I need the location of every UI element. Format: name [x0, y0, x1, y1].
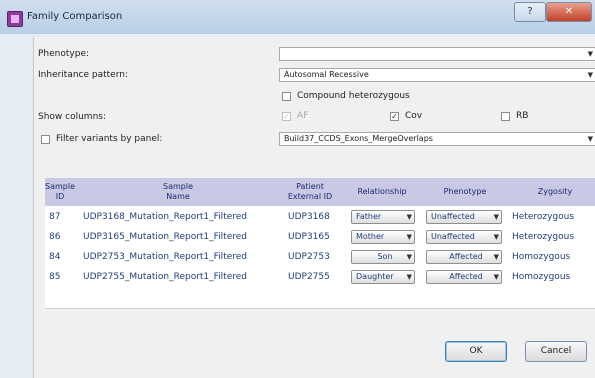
header-sample-id: Sample ID: [45, 182, 75, 201]
sample-id: 84: [49, 252, 61, 262]
column-rb-checkbox[interactable]: [501, 112, 510, 121]
phenotype-select[interactable]: ▼: [279, 47, 595, 61]
phenotype-row-select[interactable]: Unaffected ▼: [426, 230, 502, 244]
chevron-down-icon: ▼: [587, 135, 593, 143]
zygosity: Heterozygous: [512, 232, 575, 242]
patient-external-id: UDP2755: [288, 272, 330, 282]
compound-heterozygous-checkbox[interactable]: [282, 92, 291, 101]
family-comparison-window: Family Comparison ? ✕ Phenotype: ▼ Inher…: [0, 0, 595, 378]
window-title: Family Comparison: [27, 11, 123, 22]
chevron-down-icon: ▼: [406, 233, 412, 241]
chevron-down-icon: ▼: [587, 71, 593, 79]
column-cov-checkbox[interactable]: ✓: [390, 112, 399, 121]
phenotype-label: Phenotype:: [38, 49, 90, 59]
panel-select[interactable]: Build37_CCDS_Exons_MergeOverlaps ▼: [279, 132, 595, 146]
chevron-down-icon: ▼: [493, 253, 499, 261]
sample-name: UDP2753_Mutation_Report1_Filtered: [83, 252, 248, 262]
column-af-checkbox[interactable]: ✓: [282, 112, 291, 121]
sample-id: 85: [49, 272, 61, 282]
panel-value: Build37_CCDS_Exons_MergeOverlaps: [284, 134, 433, 143]
zygosity: Homozygous: [512, 272, 571, 282]
header-sample-name: Sample Name: [163, 182, 193, 201]
column-cov-label: Cov: [405, 111, 423, 121]
phenotype-row-select[interactable]: Affected ▼: [426, 250, 502, 264]
sample-id: 87: [49, 212, 61, 222]
patient-external-id: UDP3165: [288, 232, 330, 242]
zygosity: Homozygous: [512, 252, 571, 262]
sample-name: UDP2755_Mutation_Report1_Filtered: [83, 272, 248, 282]
header-patient-external-id: Patient External ID: [287, 182, 333, 201]
sample-name: UDP3168_Mutation_Report1_Filtered: [83, 212, 248, 222]
chevron-down-icon: ▼: [406, 253, 412, 261]
relationship-select[interactable]: Son ▼: [351, 250, 415, 264]
patient-external-id: UDP2753: [288, 252, 330, 262]
header-zygosity: Zygosity: [537, 187, 573, 196]
close-button[interactable]: ✕: [546, 2, 592, 22]
sample-table: 87 UDP3168_Mutation_Report1_Filtered UDP…: [45, 206, 595, 309]
patient-external-id: UDP3168: [288, 212, 330, 222]
header-relationship: Relationship: [357, 187, 407, 196]
help-button[interactable]: ?: [514, 2, 546, 22]
filter-by-panel-label: Filter variants by panel:: [56, 134, 163, 144]
dialog-content: Phenotype: ▼ Inheritance pattern: Autoso…: [33, 37, 595, 378]
phenotype-row-select[interactable]: Unaffected ▼: [426, 210, 502, 224]
cancel-button[interactable]: Cancel: [525, 341, 587, 362]
column-af-label: AF: [297, 111, 309, 121]
chevron-down-icon: ▼: [493, 213, 499, 221]
title-bar[interactable]: Family Comparison ? ✕: [0, 0, 595, 34]
relationship-select[interactable]: Daughter ▼: [351, 270, 415, 284]
chevron-down-icon: ▼: [587, 50, 593, 58]
zygosity: Heterozygous: [512, 212, 575, 222]
compound-heterozygous-label: Compound heterozygous: [297, 91, 410, 101]
relationship-select[interactable]: Father ▼: [351, 210, 415, 224]
relationship-select[interactable]: Mother ▼: [351, 230, 415, 244]
header-phenotype: Phenotype: [443, 187, 487, 196]
chevron-down-icon: ▼: [406, 273, 412, 281]
app-icon: [7, 11, 23, 27]
filter-by-panel-checkbox[interactable]: [41, 135, 50, 144]
inheritance-value: Autosomal Recessive: [284, 70, 369, 79]
phenotype-row-select[interactable]: Affected ▼: [426, 270, 502, 284]
chevron-down-icon: ▼: [406, 213, 412, 221]
show-columns-label: Show columns:: [38, 112, 106, 122]
ok-button[interactable]: OK: [445, 341, 507, 362]
inheritance-label: Inheritance pattern:: [38, 70, 128, 80]
inheritance-select[interactable]: Autosomal Recessive ▼: [279, 68, 595, 82]
chevron-down-icon: ▼: [493, 233, 499, 241]
sample-id: 86: [49, 232, 61, 242]
column-rb-label: RB: [516, 111, 529, 121]
table-header: Sample ID Sample Name Patient External ID R…: [45, 178, 595, 206]
sample-name: UDP3165_Mutation_Report1_Filtered: [83, 232, 248, 242]
chevron-down-icon: ▼: [493, 273, 499, 281]
